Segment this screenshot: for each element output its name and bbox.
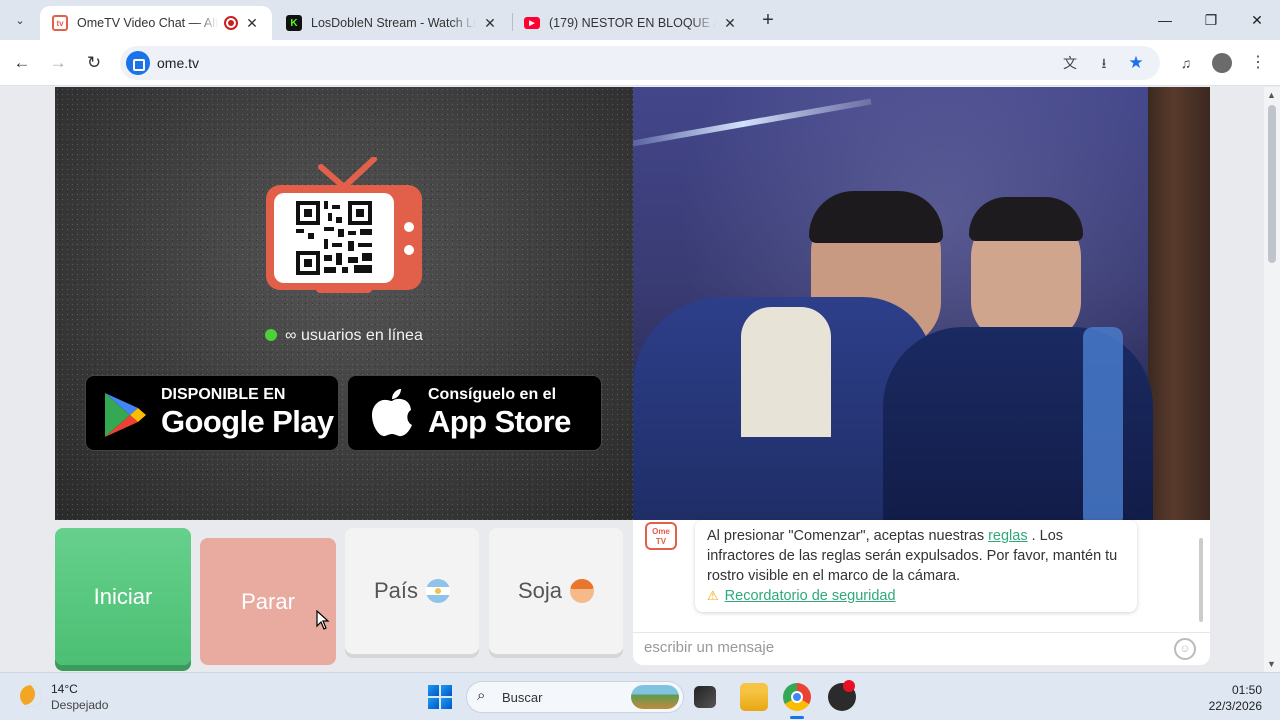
scroll-up-icon[interactable]: ▲ <box>1267 90 1276 100</box>
self-video-feed <box>633 87 1210 520</box>
page-scrollbar[interactable]: ▲ ▼ <box>1264 87 1280 672</box>
minimize-button[interactable]: — <box>1150 8 1180 32</box>
boy-face-icon <box>570 579 595 603</box>
site-info-icon[interactable] <box>126 51 150 75</box>
windows-start-icon[interactable] <box>428 685 452 709</box>
country-button-label: País <box>373 578 419 603</box>
google-play-small-text: DISPONIBLE EN <box>161 386 286 403</box>
rules-link[interactable]: reglas <box>988 528 1028 544</box>
ometv-favicon-icon: tv <box>52 15 68 31</box>
wood-door <box>1148 87 1210 520</box>
restore-button[interactable]: ❐ <box>1196 8 1226 32</box>
reload-button[interactable]: ↻ <box>82 51 106 75</box>
stop-button-label: Parar <box>241 588 295 614</box>
logo-bottom-text: TV <box>655 537 667 546</box>
warning-icon: ⚠ <box>707 588 719 603</box>
close-tab-icon[interactable]: ✕ <box>244 15 260 32</box>
person-shirt <box>741 307 831 437</box>
moon-weather-icon[interactable] <box>20 685 42 707</box>
person-hair <box>809 191 943 243</box>
safety-reminder-link[interactable]: Recordatorio de seguridad <box>725 588 896 604</box>
back-button[interactable]: ← <box>10 51 34 75</box>
search-icon: ⌕ <box>477 687 486 704</box>
apple-icon <box>372 389 412 437</box>
youtube-favicon-icon: ▶ <box>524 17 540 29</box>
task-view-icon[interactable] <box>694 686 716 708</box>
scroll-down-icon[interactable]: ▼ <box>1267 659 1276 669</box>
jacket-stripe <box>1083 327 1123 520</box>
start-button-label: Iniciar <box>93 583 153 609</box>
new-tab-button[interactable]: + <box>758 10 778 30</box>
message-input-bar: ☺ <box>633 632 1210 665</box>
google-play-big-text: Google Play <box>161 404 334 439</box>
notice-text: Al presionar "Comenzar", aceptas nuestra… <box>707 528 989 544</box>
system-notice: Al presionar "Comenzar", aceptas nuestra… <box>695 520 1137 612</box>
kick-favicon-icon: K <box>286 15 302 31</box>
gender-button[interactable]: Soja <box>489 528 623 654</box>
forward-button[interactable]: → <box>46 51 70 75</box>
install-app-icon[interactable]: ⭳ <box>1094 53 1114 73</box>
clock-time: 01:50 <box>1231 683 1262 697</box>
weather-description: Despejado <box>51 698 109 712</box>
bookmark-star-icon[interactable]: ★ <box>1126 53 1146 73</box>
tab-youtube[interactable]: ▶ (179) NESTOR EN BLOQUE / Za ✕ <box>512 6 750 40</box>
tab-strip: ⌄ tv OmeTV Video Chat — Alter ✕ K LosDob… <box>0 0 1280 40</box>
static-noise <box>55 87 633 520</box>
mouse-cursor-icon <box>316 610 330 630</box>
gender-button-label: Soja <box>517 578 563 603</box>
chat-panel: Ome TV Al presionar "Comenzar", aceptas … <box>633 520 1210 665</box>
ometv-logo-icon: Ome TV <box>645 522 677 550</box>
qr-tv-icon <box>266 157 422 293</box>
recording-icon <box>224 16 238 30</box>
tab-search-button[interactable]: ⌄ <box>8 8 32 32</box>
emoji-icon[interactable]: ☺ <box>1174 638 1196 660</box>
logo-top-text: Ome <box>652 527 670 536</box>
menu-kebab-icon[interactable]: ⋮ <box>1248 53 1268 73</box>
google-play-icon <box>105 393 146 437</box>
tab-title: OmeTV Video Chat — Alter <box>77 16 218 30</box>
stop-button[interactable]: Parar <box>200 538 336 665</box>
app-store-big-text: App Store <box>428 404 571 439</box>
message-input[interactable] <box>644 639 1144 656</box>
partner-video-placeholder: ∞ usuarios en línea DISPONIBLE EN Google… <box>55 87 633 520</box>
tab-title: LosDobleN Stream - Watch Live <box>311 16 476 30</box>
person-hair <box>969 197 1083 241</box>
tab-losdoblen[interactable]: K LosDobleN Stream - Watch Live ✕ <box>274 6 510 40</box>
address-bar[interactable]: ome.tv 文 ⭳ ★ <box>120 46 1160 80</box>
google-play-button[interactable]: DISPONIBLE EN Google Play <box>85 375 339 451</box>
online-status-dot <box>265 329 278 341</box>
tab-title: (179) NESTOR EN BLOQUE / Za <box>549 16 716 30</box>
profile-avatar[interactable] <box>1212 53 1232 73</box>
tab-ometv[interactable]: tv OmeTV Video Chat — Alter ✕ <box>40 6 272 40</box>
taskbar-search[interactable]: ⌕ Buscar <box>466 681 684 713</box>
app-store-small-text: Consíguelo en el <box>428 386 557 403</box>
translate-icon[interactable]: 文 <box>1060 53 1080 73</box>
browser-toolbar: ← → ↻ ome.tv 文 ⭳ ★ ♫ ⋮ <box>0 40 1280 86</box>
close-tab-icon[interactable]: ✕ <box>722 15 738 32</box>
weather-temperature: 14°C <box>51 682 78 696</box>
file-explorer-icon[interactable] <box>740 683 768 711</box>
search-label: Buscar <box>502 690 543 705</box>
url-text: ome.tv <box>157 55 200 71</box>
search-highlight-image <box>631 685 679 709</box>
online-users: ∞ usuarios en línea <box>55 327 633 345</box>
close-window-button[interactable]: ✕ <box>1242 8 1272 32</box>
obs-icon[interactable] <box>828 680 856 711</box>
online-users-text: ∞ usuarios en línea <box>285 327 423 344</box>
active-app-indicator <box>790 716 804 719</box>
clock-date: 22/3/2026 <box>1208 699 1262 713</box>
chrome-icon[interactable] <box>783 683 811 711</box>
windows-taskbar: 14°C Despejado ⌕ Buscar 01:50 22/3/2026 <box>0 672 1280 720</box>
country-button[interactable]: País <box>345 528 479 654</box>
argentina-flag-icon <box>426 579 451 603</box>
app-store-button[interactable]: Consíguelo en el App Store <box>347 375 602 451</box>
start-button[interactable]: Iniciar <box>55 528 191 665</box>
chevron-down-icon: ⌄ <box>15 14 25 27</box>
system-clock[interactable]: 01:50 22/3/2026 <box>1209 682 1262 714</box>
chat-scrollbar[interactable] <box>1199 538 1203 622</box>
close-tab-icon[interactable]: ✕ <box>482 15 498 32</box>
media-control-icon[interactable]: ♫ <box>1176 53 1196 73</box>
page-content: ∞ usuarios en línea DISPONIBLE EN Google… <box>0 87 1264 672</box>
scroll-thumb[interactable] <box>1268 105 1276 263</box>
